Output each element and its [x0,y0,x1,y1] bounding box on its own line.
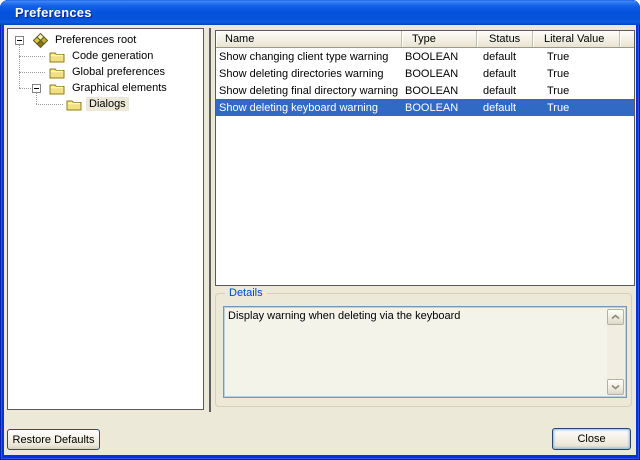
table-row[interactable]: Show deleting final directory warning BO… [216,82,634,99]
cell-name: Show deleting final directory warning [216,85,402,97]
tree-connector-line [36,93,37,104]
column-header-name[interactable]: Name [216,31,402,47]
details-textarea[interactable]: Display warning when deleting via the ke… [223,306,627,398]
column-header-filler [620,31,634,47]
cell-type: BOOLEAN [402,85,477,97]
cell-literal-value: True [533,102,620,114]
cell-status: default [477,68,533,80]
scroll-down-icon[interactable] [607,379,624,395]
details-text: Display warning when deleting via the ke… [228,310,604,322]
preferences-tree: Preferences root Code generation [7,28,204,410]
scroll-up-icon[interactable] [607,309,624,325]
cell-literal-value: True [533,85,620,97]
column-header-status[interactable]: Status [477,31,533,47]
close-button[interactable]: Close [552,428,631,450]
table-row-selected[interactable]: Show deleting keyboard warning BOOLEAN d… [216,99,634,116]
cell-literal-value: True [533,68,620,80]
tree-connector-line [19,88,31,89]
preferences-dialog: Preferences Preferences [0,0,640,460]
window-title: Preferences [15,5,92,20]
details-group-label: Details [225,287,267,299]
dialog-content: Preferences root Code generation [4,25,636,455]
tree-item-label: Code generation [69,49,156,63]
cell-literal-value: True [533,51,620,63]
cell-status: default [477,102,533,114]
folder-icon [66,97,82,112]
cell-name: Show changing client type warning [216,51,402,63]
tree-connector-line [19,72,45,73]
table-header: Name Type Status Literal Value [216,31,634,48]
preferences-table: Name Type Status Literal Value Show chan… [215,30,635,286]
tree-item-graphical-elements[interactable]: Graphical elements [8,80,203,96]
cell-type: BOOLEAN [402,51,477,63]
folder-icon [49,65,65,80]
folder-icon [49,81,65,96]
titlebar[interactable]: Preferences [0,0,640,25]
tree-item-label: Global preferences [69,65,168,79]
table-row[interactable]: Show deleting directories warning BOOLEA… [216,65,634,82]
cell-type: BOOLEAN [402,102,477,114]
tree-item-preferences-root[interactable]: Preferences root [8,32,203,48]
tree-item-label: Dialogs [86,97,129,111]
tree-connector-line [36,104,63,105]
details-scrollbar[interactable] [607,309,624,395]
cell-status: default [477,51,533,63]
model-icon [32,33,48,48]
column-header-literal-value[interactable]: Literal Value [533,31,620,47]
table-row[interactable]: Show changing client type warning BOOLEA… [216,48,634,65]
cell-name: Show deleting directories warning [216,68,402,80]
restore-defaults-button[interactable]: Restore Defaults [7,429,100,450]
collapse-minus-icon[interactable] [32,84,41,93]
cell-type: BOOLEAN [402,68,477,80]
cell-status: default [477,85,533,97]
details-group: Details Display warning when deleting vi… [215,293,632,407]
folder-icon [49,49,65,64]
tree-item-label: Graphical elements [69,81,170,95]
tree-item-label: Preferences root [52,33,139,47]
tree-connector-line [19,56,45,57]
panel-splitter[interactable] [209,28,211,412]
collapse-minus-icon[interactable] [15,36,24,45]
tree-connector-line [19,45,20,88]
column-header-type[interactable]: Type [402,31,477,47]
cell-name: Show deleting keyboard warning [216,102,402,114]
